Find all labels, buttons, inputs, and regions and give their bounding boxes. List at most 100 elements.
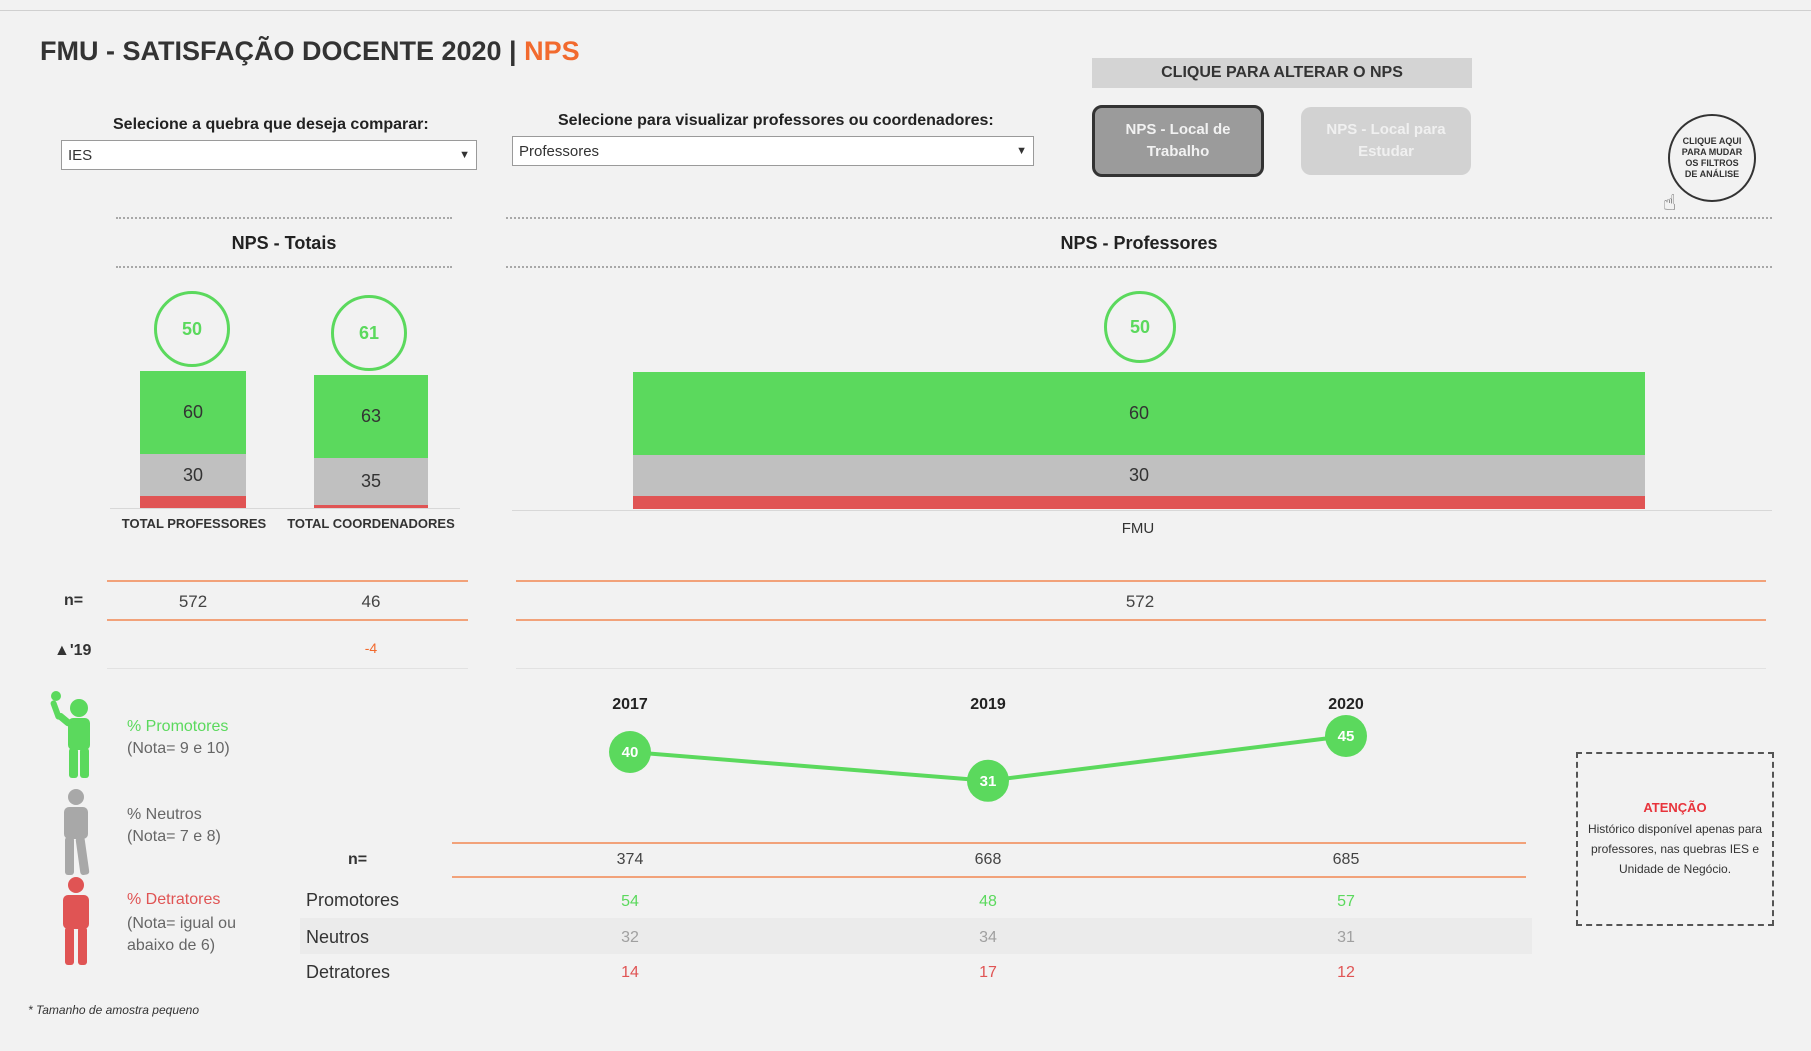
hist-promotores-2019: 48 [979,893,997,910]
nps-circle-fmu: 50 [1104,291,1176,363]
nps-circle-professores: 50 [154,291,230,367]
legend-detratores-sub: (Nota= igual ou abaixo de 6) [127,915,236,954]
legend-promotores-sub: (Nota= 9 e 10) [127,740,230,757]
nps-local-trabalho-label: NPS - Local de Trabalho [1125,121,1231,160]
year-2017: 2017 [612,696,648,713]
n-total-coordenadores: 46 [361,592,381,611]
visualizar-select-value: Professores [519,142,600,160]
detractor-person-icon [63,877,89,965]
hist-detratores-label: Detratores [306,962,391,982]
attention-box: ATENÇÃO Histórico disponível apenas para… [1576,752,1774,926]
filters-round-button[interactable]: CLIQUE AQUI PARA MUDAR OS FILTROS DE ANÁ… [1668,114,1756,202]
hist-n-2019: 668 [974,851,1002,868]
legend-detratores-label: % Detratores [127,891,221,908]
professores-top-divider [506,217,1772,219]
xlabel-total-coordenadores: TOTAL COORDENADORES [287,516,455,531]
hist-neutros-label: Neutros [306,927,370,947]
bar-coord-detratores [314,505,428,508]
hist-neutros-2017: 32 [621,929,639,946]
legend-neutros-label: % Neutros [127,806,202,823]
bar-coord-neutros: 35 [314,458,428,505]
xlabel-fmu: FMU [1121,520,1155,537]
bar-prof-neutros: 30 [140,454,246,496]
nps-history-point-label: 40 [622,744,639,761]
hist-detratores-2019: 17 [979,964,997,981]
totais-baseline [110,508,460,509]
nps-circle-coordenadores-value: 61 [358,322,380,343]
hist-promotores-label: Promotores [306,890,400,910]
visualizar-filter-label: Selecione para visualizar professores ou… [558,112,994,129]
professores-baseline [512,510,1772,511]
hand-pointer-icon: ☝ [1663,190,1677,215]
n-fmu: 572 [1125,592,1155,611]
hist-n-bottom-line [452,876,1526,878]
bar-fmu-promotores-label: 60 [1128,403,1150,423]
nps-local-trabalho-button[interactable]: NPS - Local de Trabalho [1092,105,1264,177]
nps-circle-fmu-value: 50 [1129,316,1151,337]
n-total-professores: 572 [178,592,208,611]
hist-promotores-2017: 54 [621,893,639,910]
n-row-top-line [107,580,468,582]
bar-fmu-promotores: 60 [633,372,1645,455]
top-divider [0,10,1811,11]
hist-n-top-line [452,842,1526,844]
bar-prof-promotores-label: 60 [182,402,204,422]
xlabel-total-professores: TOTAL PROFESSORES [121,516,267,531]
quebra-select[interactable]: IES ▼ [61,140,477,170]
totais-section-title: NPS - Totais [231,233,337,253]
footnote: * Tamanho de amostra pequeno [28,1003,200,1017]
nps-toggle-header: CLIQUE PARA ALTERAR O NPS [1092,58,1472,88]
visualizar-select[interactable]: Professores ▼ [512,136,1034,166]
hist-n-2017: 374 [616,851,644,868]
legend-neutros-sub: (Nota= 7 e 8) [127,828,221,845]
n-row-top-line-fmu [516,580,1766,582]
title-accent: NPS [524,36,580,66]
hist-n-2020: 685 [1332,851,1360,868]
professores-bottom-divider [506,266,1772,268]
year-2020: 2020 [1328,696,1364,713]
n-row-label: n= [64,592,84,609]
delta-total-coordenadores: -4 [364,640,378,656]
attention-title: ATENÇÃO [1643,799,1707,815]
nps-circle-professores-value: 50 [181,318,203,339]
n-row-bottom-line [107,619,468,621]
bar-total-professores: 60 30 [140,371,246,508]
title-main: FMU - SATISFAÇÃO DOCENTE 2020 | [40,36,525,66]
bar-fmu: 60 30 [633,372,1645,509]
attention-body: Histórico disponível apenas para profess… [1587,821,1763,876]
delta-row-line [107,668,468,669]
delta-row-line-fmu [516,668,1766,669]
bar-total-coordenadores: 63 35 [314,375,428,508]
hist-detratores-2020: 12 [1337,964,1355,981]
quebra-filter-label: Selecione a quebra que deseja comparar: [113,116,429,133]
bar-prof-promotores: 60 [140,371,246,454]
bar-fmu-neutros: 30 [633,455,1645,496]
totais-bottom-divider [116,266,452,268]
bar-coord-promotores-label: 63 [360,406,382,426]
totais-top-divider [116,217,452,219]
hist-neutros-2019: 34 [979,929,997,946]
nps-history-point-label: 31 [980,773,997,790]
quebra-select-value: IES [68,146,93,164]
bar-coord-promotores: 63 [314,375,428,458]
nps-history-point-label: 45 [1338,728,1355,745]
hist-neutros-2020: 31 [1337,929,1355,946]
chevron-down-icon: ▼ [1016,145,1027,157]
neutral-person-icon [64,789,90,875]
bar-fmu-neutros-label: 30 [1128,465,1150,485]
n-row-bottom-line-fmu [516,619,1766,621]
bar-prof-neutros-label: 30 [182,464,204,485]
bar-fmu-detratores [633,496,1645,509]
nps-local-estudar-label: NPS - Local para Estudar [1326,121,1446,160]
nps-local-estudar-button[interactable]: NPS - Local para Estudar [1301,107,1471,175]
hist-promotores-2020: 57 [1337,893,1355,910]
bar-coord-neutros-label: 35 [360,471,382,491]
legend-promotores-label: % Promotores [127,718,229,735]
year-2019: 2019 [970,696,1006,713]
bar-prof-detratores [140,496,246,508]
promoter-person-icon [50,691,90,778]
hist-n-label: n= [348,851,368,868]
page-title: FMU - SATISFAÇÃO DOCENTE 2020 | NPS [40,36,580,67]
professores-section-title: NPS - Professores [1060,233,1218,253]
hist-detratores-2017: 14 [621,964,639,981]
